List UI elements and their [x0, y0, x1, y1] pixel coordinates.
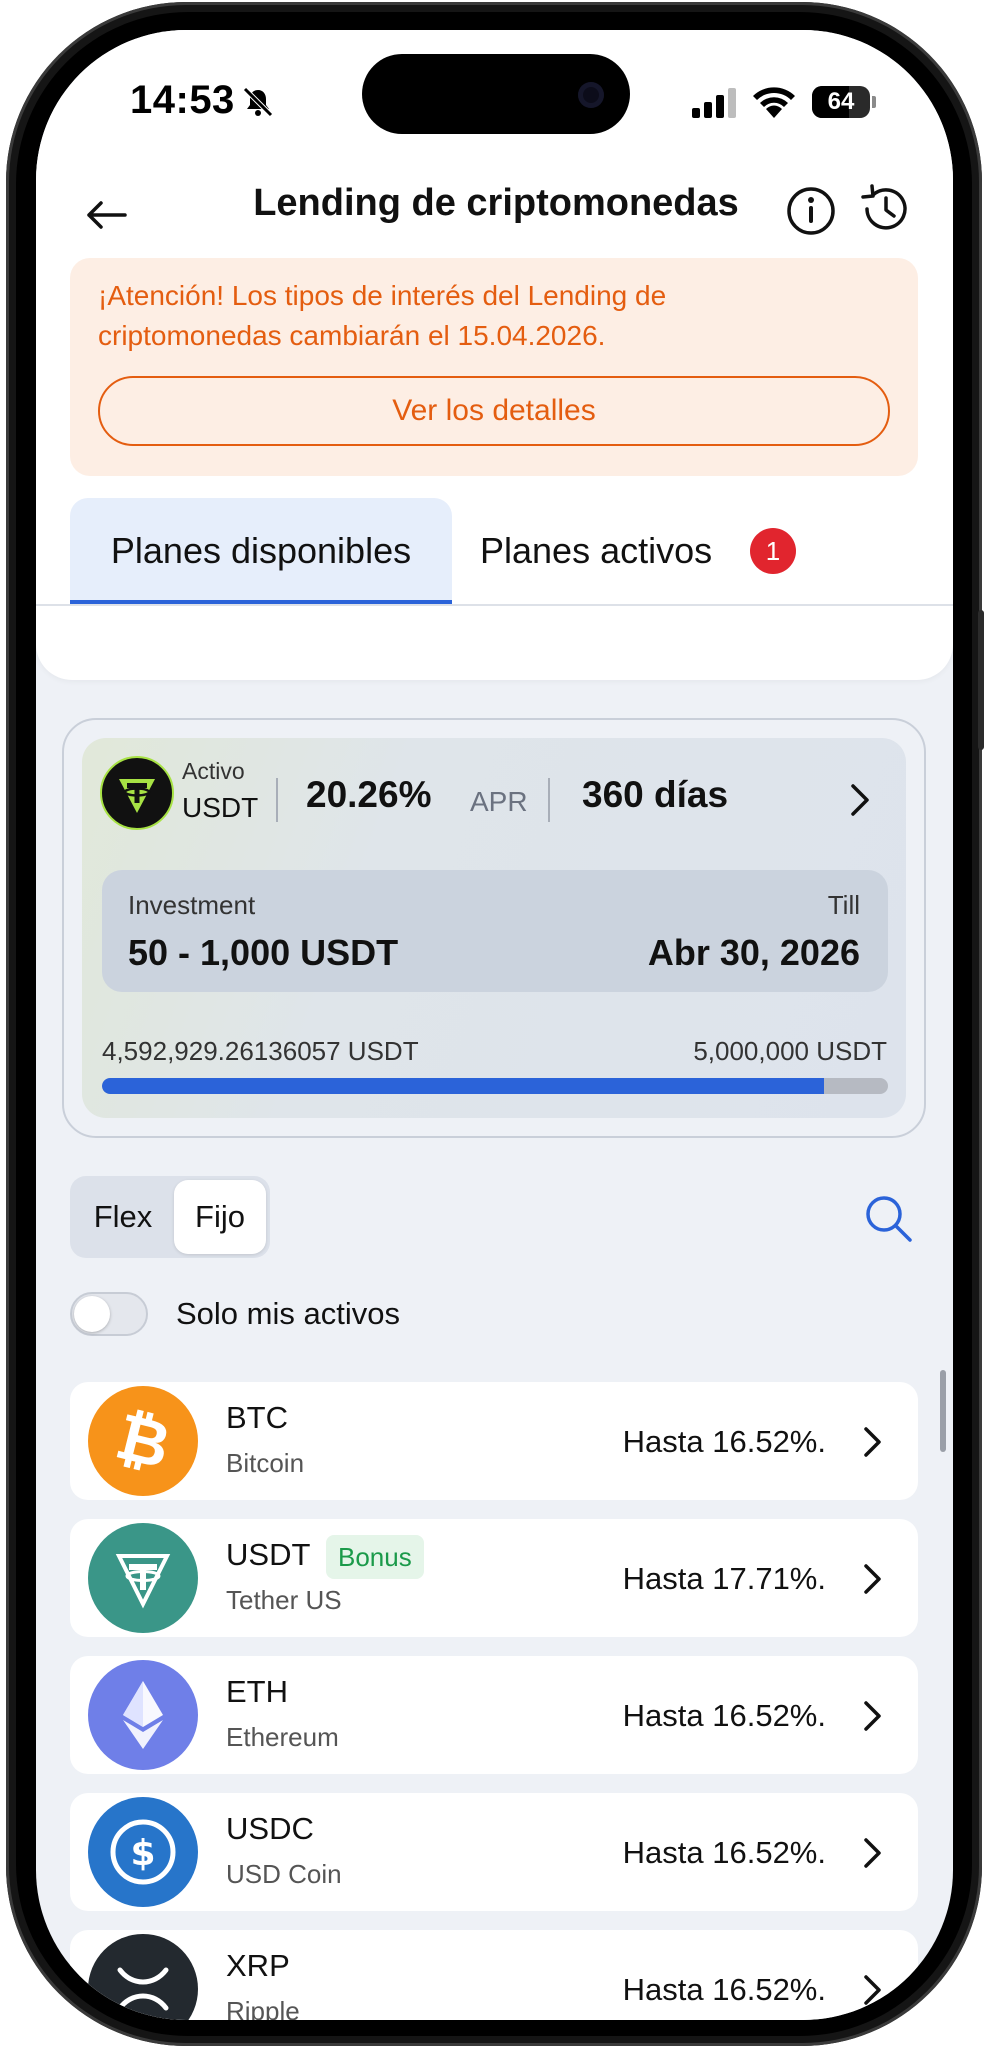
chevron-right-icon[interactable] [844, 780, 876, 820]
asset-row-xrp[interactable]: XRP Ripple Hasta 16.52%. [70, 1930, 918, 2020]
info-icon[interactable] [784, 184, 838, 238]
battery-indicator: 64 [812, 86, 870, 118]
asset-row-eth[interactable]: ETH Ethereum Hasta 16.52%. [70, 1656, 918, 1774]
divider [276, 778, 278, 822]
chevron-right-icon [864, 1564, 881, 1594]
progress-current: 4,592,929.26136057 USDT [102, 1036, 419, 1066]
asset-rate: Hasta 16.52%. [622, 1698, 826, 1733]
till-label: Till [827, 890, 860, 920]
camera-icon [578, 82, 604, 108]
progress-total: 5,000,000 USDT [693, 1036, 887, 1066]
asset-tag: Activo [182, 758, 245, 784]
bell-muted-icon [243, 87, 273, 117]
apr-label: APR [470, 786, 528, 817]
tether-icon [88, 1523, 198, 1633]
bonus-badge: Bonus [326, 1535, 424, 1579]
asset-name: Bitcoin [226, 1448, 305, 1478]
investment-label: Investment [128, 890, 256, 920]
asset-rate: Hasta 16.52%. [622, 1972, 826, 2007]
toggle-knob [74, 1296, 110, 1332]
asset-symbol: ETH [226, 1674, 288, 1709]
search-icon[interactable] [860, 1190, 916, 1246]
chevron-right-icon [864, 1427, 881, 1457]
asset-row-btc[interactable]: ₿ BTC Bitcoin Hasta 16.52%. [70, 1382, 918, 1500]
asset-rate: Hasta 16.52%. [622, 1835, 826, 1870]
screen: 14:53 64 Lending de criptomonedas ¡Atenc… [36, 30, 953, 2020]
asset-row-usdt[interactable]: USDT Bonus Tether US Hasta 17.71%. [70, 1519, 918, 1637]
tether-icon [100, 756, 174, 830]
bitcoin-icon: ₿ [88, 1386, 198, 1496]
tabs-divider [36, 604, 953, 606]
battery-tip [872, 96, 876, 108]
asset-symbol: BTC [226, 1400, 288, 1435]
asset-symbol: USDC [226, 1811, 314, 1846]
chevron-right-icon [864, 1975, 881, 2005]
status-time: 14:53 [130, 78, 235, 122]
asset-name: Ripple [226, 1996, 300, 2020]
plan-type-segmented: Flex Fijo [70, 1176, 270, 1258]
asset-name: Tether US [226, 1585, 342, 1615]
rate-change-notice: ¡Atención! Los tipos de interés del Lend… [70, 258, 918, 476]
page-title: Lending de criptomonedas [253, 182, 739, 224]
usdc-icon: $ [88, 1797, 198, 1907]
asset-rate: Hasta 16.52%. [622, 1424, 826, 1459]
asset-name: Ethereum [226, 1722, 339, 1752]
asset-symbol: XRP [226, 1948, 290, 1983]
tab-available-plans[interactable]: Planes disponibles [70, 498, 452, 604]
divider [548, 778, 550, 822]
investment-value: 50 - 1,000 USDT [128, 932, 399, 973]
chevron-right-icon [864, 1701, 881, 1731]
back-button[interactable] [76, 190, 136, 240]
apr-value: 20.26% [306, 774, 432, 815]
asset-row-usdc[interactable]: $ USDC USD Coin Hasta 16.52%. [70, 1793, 918, 1911]
view-details-button[interactable]: Ver los detalles [98, 376, 890, 446]
progress-bar [102, 1078, 888, 1094]
battery-level: 64 [827, 88, 855, 115]
segment-flex[interactable]: Flex [70, 1176, 176, 1258]
cellular-signal-icon [692, 88, 736, 118]
side-button [978, 610, 984, 750]
asset-name: USD Coin [226, 1859, 342, 1889]
arrow-left-icon [87, 201, 127, 229]
chevron-right-icon [864, 1838, 881, 1868]
asset-rate: Hasta 17.71%. [622, 1561, 826, 1596]
till-value: Abr 30, 2026 [647, 932, 860, 973]
tab-active-plans[interactable]: Planes activos [480, 498, 712, 604]
asset-symbol: USDT [226, 1537, 311, 1572]
ethereum-icon [88, 1660, 198, 1770]
wifi-icon [753, 87, 795, 118]
notification-badge: 1 [750, 528, 796, 574]
only-my-assets-toggle[interactable] [70, 1292, 148, 1336]
xrp-icon [88, 1934, 198, 2020]
toggle-label: Solo mis activos [176, 1296, 400, 1331]
notice-text: ¡Atención! Los tipos de interés del Lend… [98, 280, 667, 351]
duration-value: 360 días [582, 774, 729, 815]
scrollbar[interactable] [940, 1370, 946, 1452]
asset-name: USDT [182, 792, 259, 823]
investment-box: Investment 50 - 1,000 USDT Till Abr 30, … [102, 870, 888, 992]
svg-text:$: $ [130, 1833, 155, 1874]
segment-fijo[interactable]: Fijo [174, 1180, 266, 1254]
progress-fill [102, 1078, 825, 1094]
history-icon[interactable] [858, 182, 912, 236]
